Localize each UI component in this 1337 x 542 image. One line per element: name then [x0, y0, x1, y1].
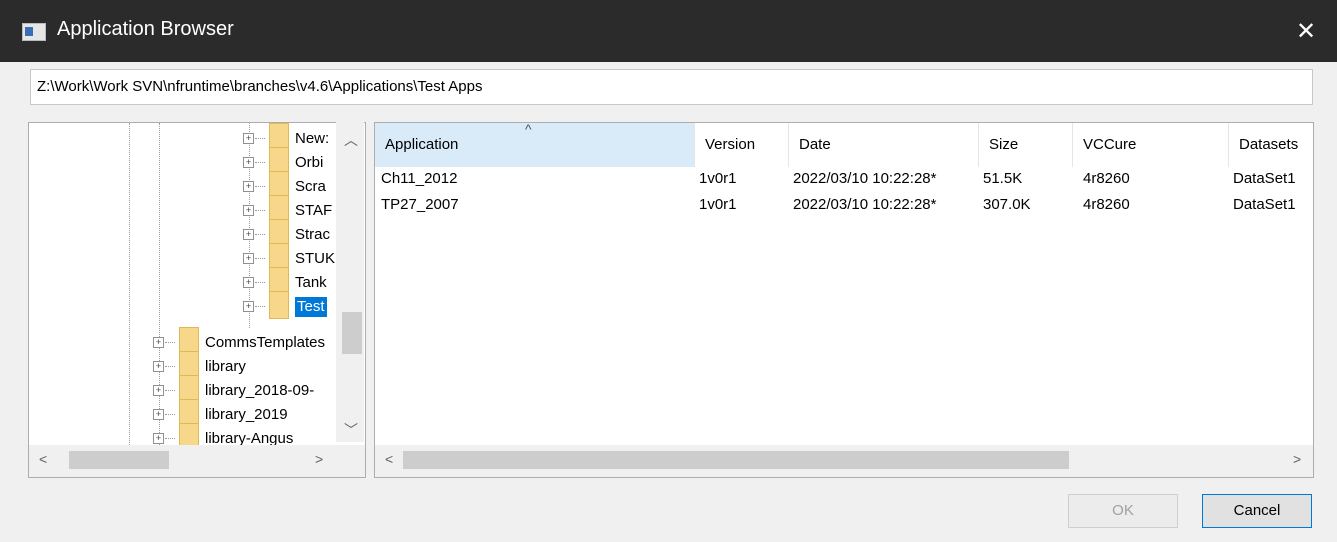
column-header-datasets[interactable]: Datasets — [1229, 123, 1313, 167]
tree-node-label: Scra — [295, 178, 326, 195]
cell-vccure: 4r8260 — [1083, 170, 1130, 187]
scroll-right-arrow-icon[interactable]: > — [1293, 451, 1301, 467]
expand-icon[interactable]: + — [153, 385, 164, 396]
cell-vccure: 4r8260 — [1083, 196, 1130, 213]
window-title: Application Browser — [57, 18, 234, 40]
tree-node-label: Test — [295, 297, 327, 317]
cell-date: 2022/03/10 10:22:28* — [793, 196, 937, 213]
tree-connector — [255, 234, 265, 235]
cell-version: 1v0r1 — [699, 196, 737, 213]
tree-node-label: STUK — [295, 250, 336, 267]
tree-node-label: library_2018-09- — [205, 382, 315, 399]
sort-ascending-icon: ^ — [525, 122, 532, 137]
tree-connector — [255, 186, 265, 187]
expand-icon[interactable]: + — [153, 433, 164, 444]
column-header-application[interactable]: Application ^ — [375, 123, 695, 167]
cell-application: Ch11_2012 — [381, 170, 458, 187]
scroll-up-arrow-icon[interactable]: ︿ — [344, 130, 358, 150]
expand-icon[interactable]: + — [243, 133, 254, 144]
scroll-left-arrow-icon[interactable]: < — [39, 451, 47, 467]
expand-icon[interactable]: + — [243, 181, 254, 192]
cell-datasets: DataSet1 — [1233, 196, 1296, 213]
title-bar: Application Browser ✕ — [0, 0, 1337, 62]
tree-connector — [255, 138, 265, 139]
cell-datasets: DataSet1 — [1233, 170, 1296, 187]
scroll-right-arrow-icon[interactable]: > — [315, 451, 323, 467]
expand-icon[interactable]: + — [243, 205, 254, 216]
scroll-thumb[interactable] — [69, 451, 169, 469]
expand-icon[interactable]: + — [243, 277, 254, 288]
expand-icon[interactable]: + — [153, 337, 164, 348]
tree-node[interactable]: + STUK — [29, 243, 359, 271]
expand-icon[interactable]: + — [243, 301, 254, 312]
expand-icon[interactable]: + — [243, 229, 254, 240]
expand-icon[interactable]: + — [153, 409, 164, 420]
scroll-thumb[interactable] — [403, 451, 1069, 469]
expand-icon[interactable]: + — [243, 157, 254, 168]
ok-button[interactable]: OK — [1068, 494, 1178, 528]
tree-connector — [165, 366, 175, 367]
tree-node-label: New: — [295, 130, 330, 147]
column-header-size[interactable]: Size — [979, 123, 1073, 167]
window-icon — [22, 23, 46, 41]
cell-version: 1v0r1 — [699, 170, 737, 187]
tree-node[interactable]: + New: — [29, 123, 359, 151]
column-header-vccure[interactable]: VCCure — [1073, 123, 1229, 167]
expand-icon[interactable]: + — [243, 253, 254, 264]
tree-node-label: Tank — [295, 274, 327, 291]
cell-application: TP27_2007 — [381, 196, 459, 213]
cell-size: 307.0K — [983, 196, 1031, 213]
list-horizontal-scrollbar[interactable]: < > — [375, 445, 1313, 477]
path-field[interactable]: Z:\Work\Work SVN\nfruntime\branches\v4.6… — [30, 69, 1313, 105]
tree-node[interactable]: + STAF — [29, 195, 359, 223]
tree-connector — [165, 342, 175, 343]
column-header-version[interactable]: Version — [695, 123, 789, 167]
table-row[interactable]: Ch11_2012 1v0r1 2022/03/10 10:22:28* 51.5K 4… — [375, 169, 1313, 193]
tree-connector — [165, 390, 175, 391]
tree-connector — [255, 210, 265, 211]
tree-vertical-scrollbar[interactable]: ︿ ﹀ — [336, 122, 364, 442]
tree-node[interactable]: + Orbi — [29, 147, 359, 175]
tree-node-label: Orbi — [295, 154, 324, 171]
tree-connector — [255, 162, 265, 163]
scroll-left-arrow-icon[interactable]: < — [385, 451, 393, 467]
cell-date: 2022/03/10 10:22:28* — [793, 170, 937, 187]
tree-node[interactable]: + Tank — [29, 267, 359, 295]
tree-node-label: library — [205, 358, 246, 375]
column-header-date[interactable]: Date — [789, 123, 979, 167]
tree-node-label: library_2019 — [205, 406, 288, 423]
tree-horizontal-scrollbar[interactable]: < > — [29, 445, 365, 477]
tree-node[interactable]: + library_2018-09- — [29, 375, 359, 403]
application-list[interactable]: Application ^ Version Date Size VCCure D… — [374, 122, 1314, 478]
scroll-thumb[interactable] — [342, 312, 362, 354]
close-button[interactable]: ✕ — [1275, 0, 1337, 62]
tree-node-label: CommsTemplates — [205, 334, 326, 351]
tree-connector — [165, 414, 175, 415]
tree-connector — [255, 258, 265, 259]
scroll-down-arrow-icon[interactable]: ﹀ — [344, 420, 358, 440]
tree-connector — [255, 282, 265, 283]
tree-node[interactable]: + Test — [29, 291, 359, 319]
tree-node[interactable]: + library_2019 — [29, 399, 359, 427]
tree-connector — [165, 438, 175, 439]
cell-size: 51.5K — [983, 170, 1023, 187]
tree-node[interactable]: + Scra — [29, 171, 359, 199]
cancel-button[interactable]: Cancel — [1202, 494, 1312, 528]
table-row[interactable]: TP27_2007 1v0r1 2022/03/10 10:22:28* 307.0K… — [375, 195, 1313, 219]
tree-node-label: Strac — [295, 226, 331, 243]
tree-connector — [255, 306, 265, 307]
expand-icon[interactable]: + — [153, 361, 164, 372]
tree-node[interactable]: + CommsTemplates — [29, 327, 359, 355]
folder-tree[interactable]: + New: + Orbi + Scra + STAF + Strac + STUK + Tank + Tes… — [28, 122, 366, 478]
tree-node[interactable]: + library — [29, 351, 359, 379]
folder-icon — [269, 291, 289, 319]
tree-node-label: STAF — [295, 202, 333, 219]
tree-node[interactable]: + Strac — [29, 219, 359, 247]
